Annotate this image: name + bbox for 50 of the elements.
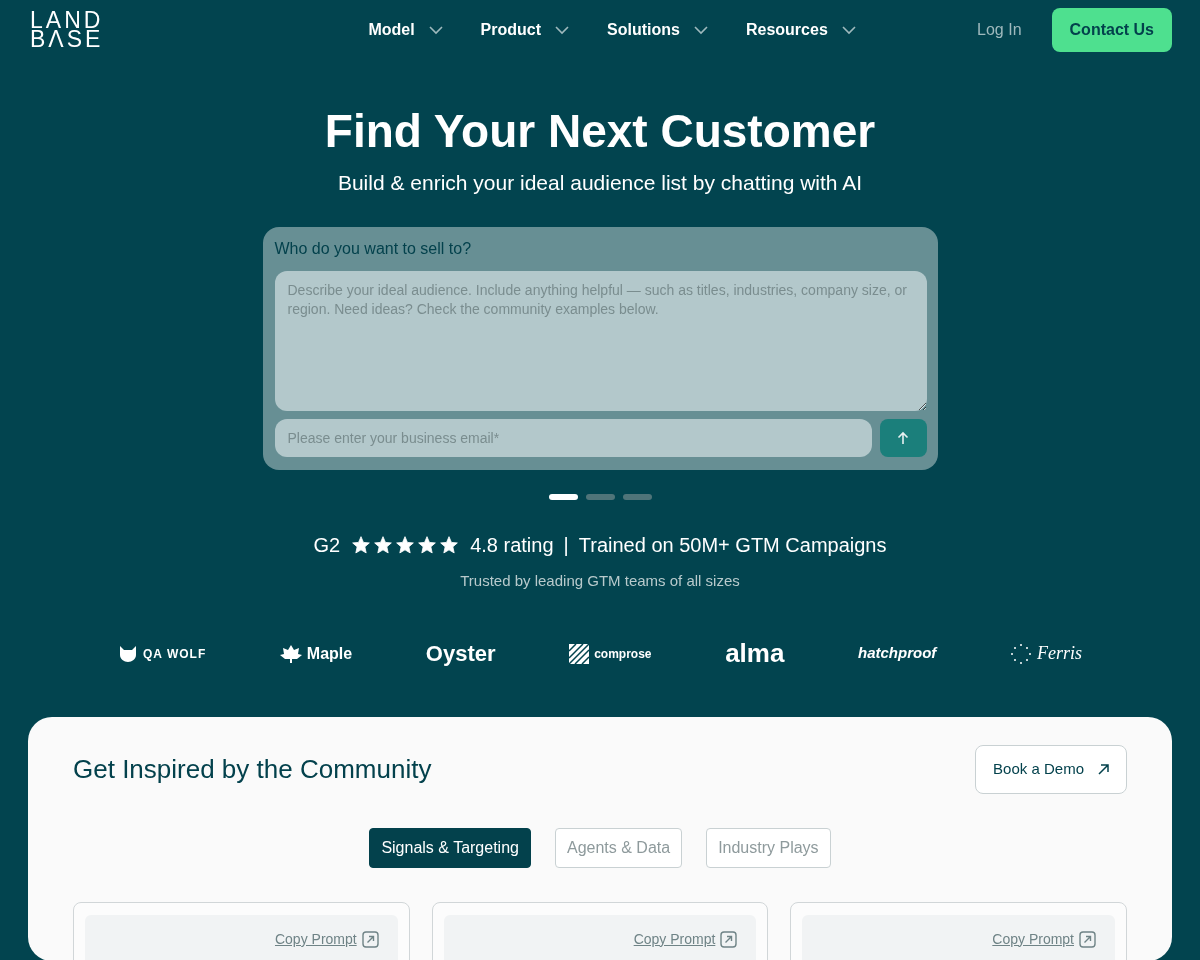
rating-score: 4.8 rating	[470, 532, 554, 558]
nav-menu[interactable]: Product	[480, 18, 570, 42]
nav-menu[interactable]: Model	[368, 18, 443, 42]
section-title: Get Inspired by the Community	[73, 753, 432, 786]
animal-head-icon	[118, 644, 138, 663]
book-demo-button[interactable]: Book a Demo	[975, 745, 1127, 794]
partner-logo-text: hatchproof	[858, 643, 937, 664]
grid-icon	[569, 643, 590, 664]
partner-logo-text: Maple	[306, 643, 353, 664]
partner-logo-text: QA WOLF	[143, 645, 207, 663]
star-icon	[438, 534, 461, 555]
arrow-up-right-icon	[720, 930, 738, 948]
copy-prompt-link[interactable]: Copy Prompt	[992, 928, 1096, 950]
copy-prompt-link[interactable]: Copy Prompt	[274, 928, 379, 950]
partner-logo-text: Ferris	[1037, 642, 1082, 666]
review-brand: G2	[313, 532, 341, 558]
nav-menu[interactable]: Solutions	[607, 18, 708, 42]
contact-button[interactable]: Contact Us	[1051, 8, 1172, 52]
arrow-up-right-icon	[1079, 930, 1096, 948]
category-tab[interactable]: Signals & Targeting	[369, 827, 531, 868]
trusted-text: Trusted by leading GTM teams of all sizes	[459, 570, 741, 591]
hero-subtitle: Build & enrich your ideal audience list by chatting with AI	[336, 170, 864, 197]
star-icon	[350, 534, 373, 555]
leaf-icon	[279, 644, 302, 663]
rating-claim: Trained on 50M+ GTM Campaigns	[578, 532, 887, 558]
star-icon	[394, 534, 417, 555]
login-link[interactable]: Log In	[971, 17, 1028, 43]
separator: |	[563, 532, 569, 558]
arrow-up-right-icon	[1098, 763, 1109, 775]
logo-text: LAND	[30, 11, 104, 30]
copy-prompt-link[interactable]: Copy Prompt	[633, 928, 738, 950]
audience-field[interactable]: Describe your ideal audience. Include anything helpful — such as titles, industries, company size, or region. Need ideas? Check the community examples below.	[274, 270, 927, 411]
star-icon	[372, 534, 395, 555]
chevron-down-icon	[428, 25, 443, 35]
partner-logo-text: comprose	[594, 645, 652, 663]
arrow-up-icon	[897, 430, 909, 445]
chevron-down-icon	[555, 25, 570, 35]
hero-title: Find Your Next Customer	[323, 104, 877, 159]
send-button[interactable]	[879, 418, 927, 457]
chevron-down-icon	[841, 25, 856, 35]
nav-menu[interactable]: Resources	[745, 18, 856, 42]
chevron-down-icon	[693, 25, 708, 35]
logo-text: BΛSE	[30, 30, 104, 49]
prompt-label: Who do you want to sell to?	[274, 238, 473, 259]
email-field[interactable]: Please enter your business email*	[274, 418, 872, 457]
star-icon	[416, 534, 439, 555]
partner-logo-text: Oyster	[425, 640, 496, 669]
dotted-circle-icon	[1010, 642, 1032, 665]
partner-logo-text: alma	[725, 637, 785, 671]
arrow-up-right-icon	[361, 930, 379, 948]
